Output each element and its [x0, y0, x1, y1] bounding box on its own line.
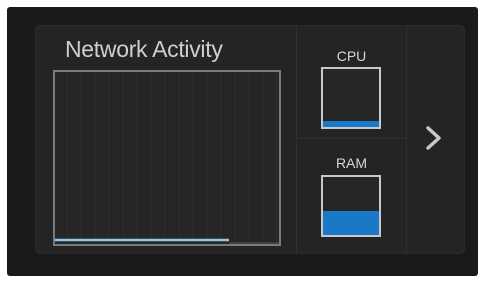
- network-activity-panel: Network Activity: [35, 25, 297, 254]
- ram-gauge: [321, 175, 381, 237]
- next-page-button[interactable]: [407, 25, 465, 254]
- network-graph-canvas: [55, 72, 279, 244]
- cpu-meter: CPU: [297, 25, 406, 139]
- cpu-gauge: [321, 67, 381, 129]
- ram-meter: RAM: [297, 139, 406, 254]
- ram-label: RAM: [335, 155, 368, 171]
- network-activity-title: Network Activity: [65, 36, 223, 62]
- resource-meters-panel: CPU RAM: [297, 25, 407, 254]
- graph-gridlines: [66, 72, 278, 244]
- ram-gauge-fill: [323, 211, 379, 235]
- cpu-label: CPU: [336, 48, 367, 64]
- window-frame: Network Activity CPU RAM: [7, 7, 478, 276]
- chevron-right-icon: [426, 126, 441, 150]
- cpu-gauge-fill: [323, 121, 379, 127]
- network-activity-graph: [53, 70, 281, 246]
- system-monitor-widget: Network Activity CPU RAM: [35, 25, 465, 254]
